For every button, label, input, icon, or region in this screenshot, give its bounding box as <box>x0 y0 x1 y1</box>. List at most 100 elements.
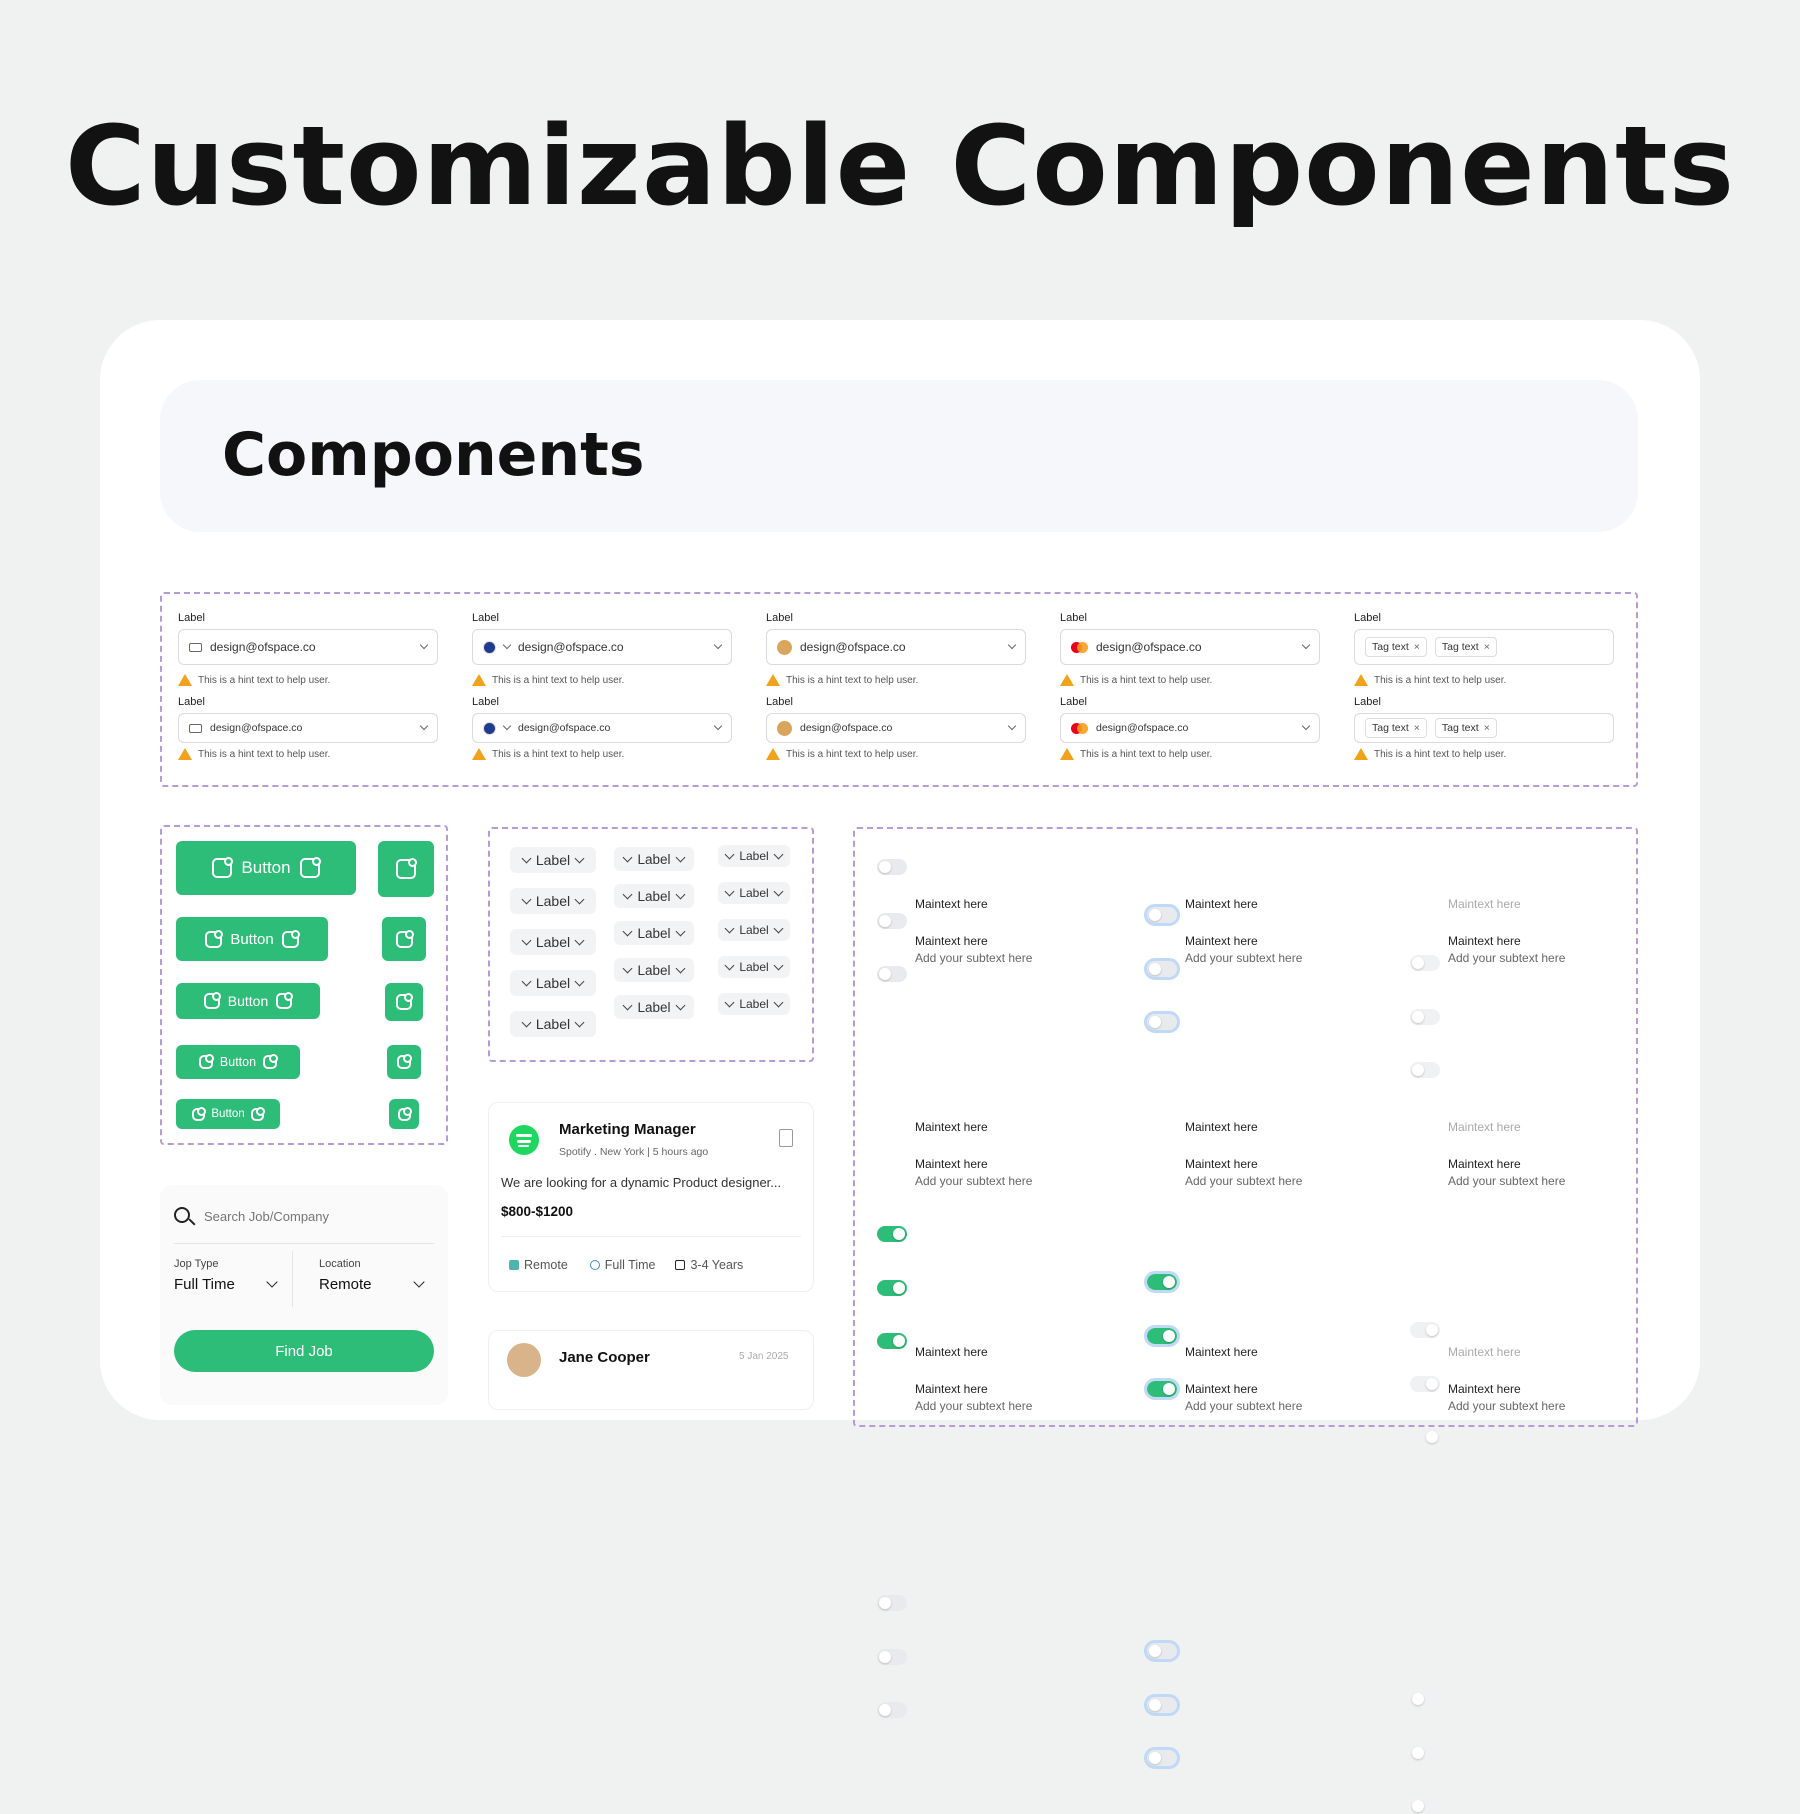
email-input[interactable]: design@ofspace.co <box>178 629 438 665</box>
email-input[interactable]: design@ofspace.co <box>1060 629 1320 665</box>
chevron-down-icon[interactable] <box>1007 640 1017 650</box>
toggle-switch[interactable] <box>1144 1271 1180 1293</box>
chevron-down-icon[interactable] <box>1007 721 1017 731</box>
tag-chip[interactable]: Tag text × <box>1434 637 1497 657</box>
toggle-switch[interactable] <box>877 966 907 982</box>
label-dropdown[interactable]: Label <box>718 993 790 1015</box>
label-dropdown[interactable]: Label <box>614 921 694 945</box>
chevron-down-icon[interactable] <box>419 640 429 650</box>
tag-years: 3-4 Years <box>690 1258 744 1272</box>
label-dropdown[interactable]: Label <box>510 847 596 873</box>
email-input[interactable]: design@ofspace.co <box>178 713 438 743</box>
toggle-switch[interactable] <box>1144 1640 1180 1662</box>
tag-chip[interactable]: Tag text × <box>1365 637 1427 657</box>
tag-chip[interactable]: Tag text × <box>1365 718 1427 738</box>
toggle-switch[interactable] <box>1144 1378 1180 1400</box>
dropdown-label: Label <box>739 886 769 900</box>
email-input[interactable]: design@ofspace.co <box>472 629 732 665</box>
label-dropdown[interactable]: Label <box>718 919 790 941</box>
job-type-select[interactable]: Jop Type Full Time <box>174 1258 284 1293</box>
chevron-down-icon <box>574 935 585 945</box>
email-input[interactable]: design@ofspace.co <box>766 713 1026 743</box>
toggle-switch[interactable] <box>877 1333 907 1349</box>
primary-button[interactable]: Button <box>176 841 356 895</box>
hint-label: This is a hint text to help user. <box>492 748 625 760</box>
chevron-down-icon <box>724 923 735 933</box>
job-card[interactable]: Marketing Manager Spotify . New York | 5… <box>488 1102 814 1292</box>
icon-button[interactable] <box>378 841 434 897</box>
toggle-switch[interactable] <box>1144 1325 1180 1347</box>
person-card[interactable]: Jane Cooper 5 Jan 2025 <box>488 1330 814 1410</box>
label-dropdown[interactable]: Label <box>718 956 790 978</box>
primary-button[interactable]: Button <box>176 983 320 1019</box>
label-dropdown[interactable]: Label <box>510 970 596 996</box>
dropdown-label: Label <box>739 997 769 1011</box>
tag-label: Tag text <box>1372 641 1409 653</box>
toggle-switch[interactable] <box>877 1702 907 1718</box>
label-dropdown[interactable]: Label <box>614 884 694 908</box>
search-input[interactable] <box>202 1202 436 1230</box>
toggle-knob <box>1149 909 1161 921</box>
chevron-down-icon[interactable] <box>1301 721 1311 731</box>
tag-label: Tag text <box>1441 641 1479 653</box>
square-icon <box>212 857 234 878</box>
toggle-switch[interactable] <box>877 1280 907 1296</box>
toggle-knob <box>1149 1645 1161 1657</box>
input-label: Label <box>178 696 205 708</box>
primary-button[interactable]: Button <box>176 1045 300 1079</box>
primary-button[interactable]: Button <box>176 1099 280 1129</box>
buttons-section: Button Button Button Button Button <box>160 825 448 1145</box>
chevron-down-icon[interactable] <box>1301 640 1311 650</box>
email-input[interactable]: design@ofspace.co <box>1060 713 1320 743</box>
hint-text: This is a hint text to help user. <box>1060 748 1212 760</box>
label-dropdown[interactable]: Label <box>510 888 596 914</box>
icon-button[interactable] <box>387 1045 421 1079</box>
toggle-switch[interactable] <box>877 1595 907 1611</box>
close-icon[interactable]: × <box>1484 722 1490 734</box>
toggle-switch[interactable] <box>877 1226 907 1242</box>
toggle-switch[interactable] <box>1144 958 1180 980</box>
warning-icon <box>1354 748 1368 760</box>
label-dropdown[interactable]: Label <box>614 847 694 871</box>
warning-icon <box>178 674 192 686</box>
toggle-switch[interactable] <box>1144 1011 1180 1033</box>
chevron-down-icon <box>623 963 633 973</box>
email-input[interactable]: design@ofspace.co <box>472 713 732 743</box>
toggle-switch[interactable] <box>877 859 907 875</box>
toggle-switch[interactable] <box>1144 904 1180 926</box>
toggle-switch[interactable] <box>877 1649 907 1665</box>
toggle-switch[interactable] <box>1144 1694 1180 1716</box>
icon-button[interactable] <box>389 1099 419 1129</box>
toggle-switch[interactable] <box>877 913 907 929</box>
input-value: design@ofspace.co <box>800 722 893 734</box>
tag-chip[interactable]: Tag text × <box>1434 718 1497 738</box>
close-icon[interactable]: × <box>1414 641 1420 653</box>
button-label: Button <box>230 930 274 948</box>
label-dropdown[interactable]: Label <box>718 845 790 867</box>
primary-button[interactable]: Button <box>176 917 328 961</box>
close-icon[interactable]: × <box>1484 641 1490 653</box>
label-dropdown[interactable]: Label <box>718 882 790 904</box>
email-input[interactable]: Tag text × Tag text × <box>1354 713 1614 743</box>
chevron-down-icon[interactable] <box>713 640 723 650</box>
label-dropdown[interactable]: Label <box>614 995 694 1019</box>
icon-button[interactable] <box>385 983 423 1021</box>
find-job-button[interactable]: Find Job <box>174 1330 434 1372</box>
label-dropdown[interactable]: Label <box>510 929 596 955</box>
location-select[interactable]: Location Remote <box>319 1258 429 1293</box>
email-input[interactable]: Tag text × Tag text × <box>1354 629 1614 665</box>
label-dropdown[interactable]: Label <box>510 1011 596 1037</box>
toggle-switch[interactable] <box>1144 1747 1180 1769</box>
icon-button[interactable] <box>382 917 426 961</box>
label-dropdown[interactable]: Label <box>614 958 694 982</box>
hint-label: This is a hint text to help user. <box>492 674 625 686</box>
australia-flag-icon <box>483 721 496 735</box>
chevron-down-icon[interactable] <box>419 721 429 731</box>
dropdown-label: Label <box>739 849 769 863</box>
button-label: Button <box>219 1055 257 1069</box>
email-input[interactable]: design@ofspace.co <box>766 629 1026 665</box>
bookmark-icon[interactable] <box>779 1129 793 1147</box>
close-icon[interactable]: × <box>1414 722 1420 734</box>
chevron-down-icon[interactable] <box>713 721 723 731</box>
dropdown-label: Label <box>535 1016 571 1032</box>
